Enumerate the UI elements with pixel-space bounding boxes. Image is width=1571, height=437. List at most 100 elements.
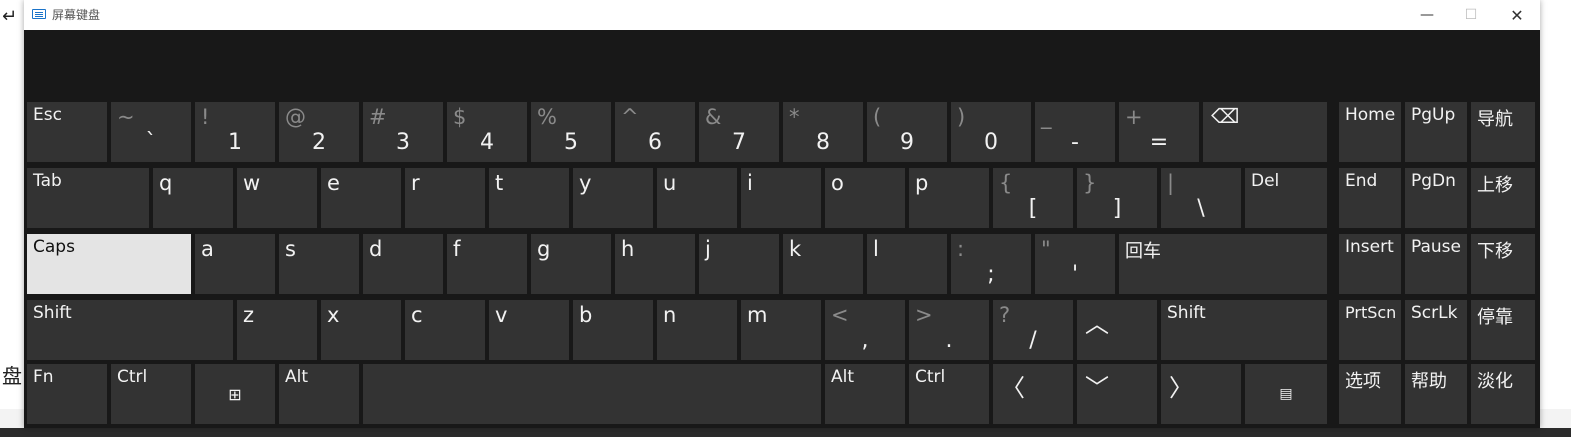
key-label: Fn (33, 367, 54, 387)
key-backslash[interactable]: | \ (1161, 168, 1241, 228)
key-p[interactable]: p (909, 168, 989, 228)
key-8[interactable]: * 8 (783, 102, 863, 162)
key-minus[interactable]: _ - (1035, 102, 1115, 162)
key-backspace[interactable]: ⌫ (1203, 102, 1327, 162)
key-enter[interactable]: 回车 (1119, 234, 1327, 294)
key-comma[interactable]: <, (825, 300, 905, 360)
key-down[interactable]: ﹀ (1077, 364, 1157, 424)
key-esc[interactable]: Esc (27, 102, 107, 162)
key-end[interactable]: End (1339, 168, 1401, 228)
key-caps[interactable]: Caps (27, 234, 191, 294)
key-d[interactable]: d (363, 234, 443, 294)
key-dock[interactable]: 停靠 (1471, 300, 1535, 360)
key-period[interactable]: >. (909, 300, 989, 360)
key-options[interactable]: 选项 (1339, 364, 1401, 424)
key-pgup[interactable]: PgUp (1405, 102, 1467, 162)
key-w[interactable]: w (237, 168, 317, 228)
key-7[interactable]: & 7 (699, 102, 779, 162)
key-shift-label: : (957, 237, 965, 261)
key-e[interactable]: e (321, 168, 401, 228)
key-v[interactable]: v (489, 300, 569, 360)
maximize-button[interactable]: ☐ (1448, 0, 1494, 30)
key-slash[interactable]: ? / (993, 300, 1073, 360)
key-help[interactable]: 帮助 (1405, 364, 1467, 424)
key-equals[interactable]: + = (1119, 102, 1199, 162)
key-5[interactable]: % 5 (531, 102, 611, 162)
key-home[interactable]: Home (1339, 102, 1401, 162)
key-shift-right[interactable]: Shift (1161, 300, 1327, 360)
key-2[interactable]: @2 (279, 102, 359, 162)
key-menu[interactable]: ▤ (1245, 364, 1327, 424)
key-u[interactable]: u (657, 168, 737, 228)
close-button[interactable]: ✕ (1494, 0, 1540, 30)
key-n[interactable]: n (657, 300, 737, 360)
key-windows[interactable]: ⊞ (195, 364, 275, 424)
minimize-button[interactable]: — (1404, 0, 1450, 30)
key-3[interactable]: #3 (363, 102, 443, 162)
key-label: a (201, 237, 214, 261)
key-b[interactable]: b (573, 300, 653, 360)
key-r[interactable]: r (405, 168, 485, 228)
key-label: r (411, 171, 420, 195)
key-grave[interactable]: ~ ` (111, 102, 191, 162)
key-label: i (747, 171, 753, 195)
key-a[interactable]: a (195, 234, 275, 294)
key-6[interactable]: ^ 6 (615, 102, 695, 162)
key-1[interactable]: ! 1 (195, 102, 275, 162)
key-label: m (747, 303, 768, 327)
key-left-bracket[interactable]: {[ (993, 168, 1073, 228)
key-x[interactable]: x (321, 300, 401, 360)
key-del[interactable]: Del (1245, 168, 1327, 228)
key-insert[interactable]: Insert (1339, 234, 1401, 294)
key-pause[interactable]: Pause (1405, 234, 1467, 294)
key-label: 9 (900, 130, 914, 155)
key-tab[interactable]: Tab (27, 168, 149, 228)
key-move-up[interactable]: 上移 (1471, 168, 1535, 228)
key-9[interactable]: (9 (867, 102, 947, 162)
key-fade[interactable]: 淡化 (1471, 364, 1535, 424)
key-j[interactable]: j (699, 234, 779, 294)
key-h[interactable]: h (615, 234, 695, 294)
key-semicolon[interactable]: :; (951, 234, 1031, 294)
key-label: 7 (732, 130, 746, 155)
key-f[interactable]: f (447, 234, 527, 294)
key-prtscn[interactable]: PrtScn (1339, 300, 1401, 360)
key-label: - (1071, 130, 1079, 155)
key-right-bracket[interactable]: }] (1077, 168, 1157, 228)
key-ctrl-right[interactable]: Ctrl (909, 364, 989, 424)
key-label: 2 (312, 130, 326, 155)
key-move-down[interactable]: 下移 (1471, 234, 1535, 294)
title-bar[interactable]: 屏幕键盘 — ☐ ✕ (24, 0, 1540, 30)
key-shift-label: { (999, 171, 1013, 195)
key-shift-label: < (831, 303, 849, 327)
key-scrlk[interactable]: ScrLk (1405, 300, 1467, 360)
key-left[interactable]: 〈 (993, 364, 1073, 424)
key-shift-label: @ (285, 105, 306, 129)
key-c[interactable]: c (405, 300, 485, 360)
key-pgdn[interactable]: PgDn (1405, 168, 1467, 228)
key-quote[interactable]: " ' (1035, 234, 1115, 294)
key-z[interactable]: z (237, 300, 317, 360)
key-k[interactable]: k (783, 234, 863, 294)
key-g[interactable]: g (531, 234, 611, 294)
key-alt-left[interactable]: Alt (279, 364, 359, 424)
key-o[interactable]: o (825, 168, 905, 228)
key-0[interactable]: ) 0 (951, 102, 1031, 162)
key-right[interactable]: 〉 (1161, 364, 1241, 424)
key-y[interactable]: y (573, 168, 653, 228)
key-q[interactable]: q (153, 168, 233, 228)
key-t[interactable]: t (489, 168, 569, 228)
key-shift-left[interactable]: Shift (27, 300, 233, 360)
key-4[interactable]: $4 (447, 102, 527, 162)
on-screen-keyboard-window: 屏幕键盘 — ☐ ✕ Esc ~ ` ! 1 @2 #3 $4 % 5 ^ 6 & 7 *… (24, 0, 1540, 428)
key-space[interactable] (363, 364, 821, 424)
key-m[interactable]: m (741, 300, 821, 360)
key-alt-right[interactable]: Alt (825, 364, 905, 424)
key-i[interactable]: i (741, 168, 821, 228)
key-ctrl-left[interactable]: Ctrl (111, 364, 191, 424)
key-s[interactable]: s (279, 234, 359, 294)
key-l[interactable]: l (867, 234, 947, 294)
key-up[interactable]: ︿ (1077, 300, 1157, 360)
key-fn[interactable]: Fn (27, 364, 107, 424)
key-nav[interactable]: 导航 (1471, 102, 1535, 162)
